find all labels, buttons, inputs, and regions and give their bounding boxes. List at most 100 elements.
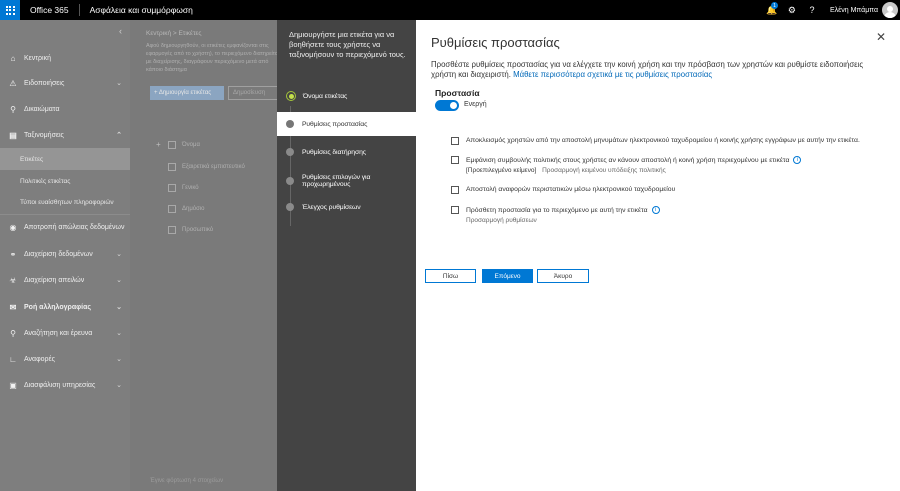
protection-toggle[interactable] xyxy=(435,100,459,111)
step-pending-icon xyxy=(286,177,294,185)
nav-item-mail-flow[interactable]: ✉ Ροή αλληλογραφίας ⌄ xyxy=(0,296,130,318)
protection-settings-panel: ✕ Ρυθμίσεις προστασίας Προσθέστε ρυθμίσε… xyxy=(416,20,900,491)
nav-label: Αναζήτηση και έρευνα xyxy=(24,329,93,337)
option-label-text: Πρόσθετη προστασία για το περιεχόμενο με… xyxy=(466,206,648,214)
nav-item-data-governance[interactable]: ⚭ Διαχείριση δεδομένων ⌄ xyxy=(0,243,130,265)
wizard-step-advanced-settings[interactable]: Ρυθμίσεις επιλογών για προχωρημένους xyxy=(277,169,416,193)
option-policy-tip[interactable]: Εμφάνιση συμβουλής πολιτικής στους χρήστ… xyxy=(451,156,802,164)
customize-settings-link[interactable]: Προσαρμογή ρυθμίσεων xyxy=(466,217,537,224)
select-all-checkbox xyxy=(168,141,176,149)
nav-item-service-assurance[interactable]: ▣ Διασφάλιση υπηρεσίας ⌄ xyxy=(0,374,130,396)
step-label: Όνομα ετικέτας xyxy=(303,92,348,100)
breadcrumb: Κεντρική > Ετικέτες xyxy=(146,30,202,37)
brand-label[interactable]: Office 365 xyxy=(30,4,80,16)
chevron-down-icon: ⌄ xyxy=(116,80,122,87)
wizard-steps-panel: Δημιουργήστε μια ετικέτα για να βοηθήσετ… xyxy=(277,20,416,491)
row-checkbox xyxy=(168,226,176,234)
create-label-button: + Δημιουργία ετικέτας xyxy=(150,86,224,100)
row-name: Γενικό xyxy=(182,185,199,191)
step-label: Ρυθμίσεις προστασίας xyxy=(302,120,368,128)
nav-item-label-policies[interactable]: Πολιτικές ετικέτας xyxy=(0,170,130,192)
table-row: Γενικό xyxy=(168,184,199,192)
customize-policy-tip-link[interactable]: Προσαρμογή κειμένου υπόδειξης πολιτικής xyxy=(542,167,666,174)
option-label: Πρόσθετη προστασία για το περιεχόμενο με… xyxy=(466,206,660,214)
avatar[interactable] xyxy=(882,2,898,18)
nav-item-labels[interactable]: Ετικέτες xyxy=(0,148,130,170)
waffle-icon xyxy=(5,5,15,15)
nav-item-reports[interactable]: ∟ Αναφορές ⌄ xyxy=(0,348,130,370)
chevron-down-icon: ⌄ xyxy=(116,382,122,389)
nav-item-permissions[interactable]: ⚲ Δικαιώματα xyxy=(0,98,130,120)
additional-protection-sub: Προσαρμογή ρυθμίσεων xyxy=(466,217,537,224)
nav-item-dlp[interactable]: ◉ Αποτροπή απώλειας δεδομένων xyxy=(0,216,130,238)
block-sharing-checkbox[interactable] xyxy=(451,137,459,145)
page-description: Προσθέστε ρυθμίσεις προστασίας για να ελ… xyxy=(431,60,871,80)
background-description: Αφού δημιουργηθούν, οι ετικέτες εμφανίζο… xyxy=(146,43,277,73)
chevron-down-icon: ⌄ xyxy=(116,277,122,284)
wizard-step-retention-settings[interactable]: Ρυθμίσεις διατήρησης xyxy=(277,140,416,164)
chevron-up-icon: ⌃ xyxy=(116,132,122,139)
threat-icon: ☣ xyxy=(9,275,17,285)
nav-label: Ετικέτες xyxy=(20,155,44,163)
nav-item-home[interactable]: ⌂ Κεντρική xyxy=(0,47,130,69)
dlp-icon: ◉ xyxy=(9,222,17,232)
avatar-head xyxy=(887,6,893,12)
additional-protection-checkbox[interactable] xyxy=(451,206,459,214)
wizard-step-label-name[interactable]: Όνομα ετικέτας xyxy=(277,84,416,108)
back-button[interactable]: Πίσω xyxy=(425,269,476,283)
nav-item-search[interactable]: ⚲ Αναζήτηση και έρευνα ⌄ xyxy=(0,322,130,344)
row-name: Δημόσιο xyxy=(182,206,205,212)
nav-item-sensitive-info-types[interactable]: Τύποι ευαίσθητων πληροφοριών xyxy=(0,191,130,213)
nav-item-threat-management[interactable]: ☣ Διαχείριση απειλών ⌄ xyxy=(0,269,130,291)
row-name: Εξαιρετικά εμπιστευτικό xyxy=(182,164,245,170)
help-button[interactable]: ? xyxy=(802,0,822,20)
policy-tip-checkbox[interactable] xyxy=(451,156,459,164)
close-icon[interactable]: ✕ xyxy=(876,30,886,44)
table-row: Εξαιρετικά εμπιστευτικό xyxy=(168,163,245,171)
classification-icon: ▤ xyxy=(9,130,17,140)
chevron-down-icon: ⌄ xyxy=(116,356,122,363)
notifications-button[interactable]: 🔔 1 xyxy=(762,0,782,20)
incident-reports-checkbox[interactable] xyxy=(451,186,459,194)
default-text-label: [Προεπιλεγμένο κείμενο] xyxy=(466,167,537,174)
step-label: Έλεγχος ρυθμίσεων xyxy=(302,203,361,211)
option-label: Αποκλεισμός χρηστών από την αποστολή μην… xyxy=(466,137,860,144)
next-button[interactable]: Επόμενο xyxy=(482,269,533,283)
app-launcher-button[interactable] xyxy=(0,0,20,20)
option-block-sharing[interactable]: Αποκλεισμός χρηστών από την αποστολή μην… xyxy=(451,137,860,145)
nav-label: Αναφορές xyxy=(24,355,55,363)
option-label: Εμφάνιση συμβουλής πολιτικής στους χρήστ… xyxy=(466,156,802,164)
wizard-step-review-settings[interactable]: Έλεγχος ρυθμίσεων xyxy=(277,195,416,219)
collapse-nav-icon[interactable]: ‹ xyxy=(119,26,122,36)
cancel-button[interactable]: Άκυρο xyxy=(537,269,589,283)
info-icon[interactable]: i xyxy=(793,156,802,164)
app-title[interactable]: Ασφάλεια και συμμόρφωση xyxy=(90,5,193,15)
info-icon[interactable]: i xyxy=(651,206,660,214)
settings-button[interactable]: ⚙ xyxy=(782,0,802,20)
top-bar-actions: 🔔 1 ⚙ ? Ελένη Μπάμπα xyxy=(762,0,900,20)
reports-icon: ∟ xyxy=(9,354,17,364)
section-title: Προστασία xyxy=(435,88,480,98)
row-checkbox xyxy=(168,205,176,213)
column-header: Όνομα xyxy=(168,141,200,149)
nav-label: Πολιτικές ετικέτας xyxy=(20,177,71,185)
option-incident-reports[interactable]: Αποστολή αναφορών περιστατικών μέσω ηλεκ… xyxy=(451,186,675,194)
search-icon: ⚲ xyxy=(10,328,16,338)
wizard-intro: Δημιουργήστε μια ετικέτα για να βοηθήσετ… xyxy=(289,30,406,59)
nav-label: Ειδοποιήσεις xyxy=(24,79,65,87)
wizard-step-protection-settings[interactable]: Ρυθμίσεις προστασίας xyxy=(277,112,416,136)
nav-item-alerts[interactable]: ⚠ Ειδοποιήσεις ⌄ xyxy=(0,72,130,94)
step-pending-icon xyxy=(286,203,294,211)
alert-icon: ⚠ xyxy=(9,78,17,88)
user-name[interactable]: Ελένη Μπάμπα xyxy=(830,7,878,14)
mailflow-icon: ✉ xyxy=(9,302,17,312)
option-additional-protection[interactable]: Πρόσθετη προστασία για το περιεχόμενο με… xyxy=(451,206,660,214)
table-row: Προσωπικό xyxy=(168,226,213,234)
chevron-down-icon: ⌄ xyxy=(116,330,122,337)
row-name: Προσωπικό xyxy=(182,227,214,233)
option-label-text: Εμφάνιση συμβουλής πολιτικής στους χρήστ… xyxy=(466,156,790,164)
nav-divider xyxy=(0,214,130,215)
nav-item-classifications[interactable]: ▤ Ταξινομήσεις ⌃ xyxy=(0,124,130,146)
learn-more-link[interactable]: Μάθετε περισσότερα σχετικά με τις ρυθμίσ… xyxy=(513,70,712,79)
step-complete-icon xyxy=(286,91,296,101)
